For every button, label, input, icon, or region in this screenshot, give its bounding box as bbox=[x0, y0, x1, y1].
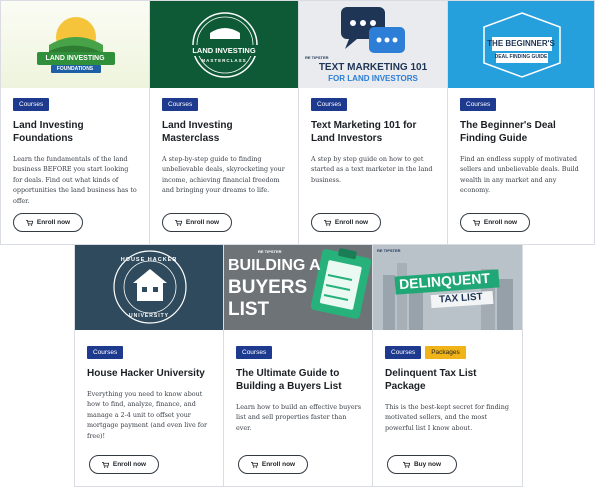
enroll-now-label: Enroll now bbox=[483, 219, 518, 226]
packages-badge: Packages bbox=[425, 346, 466, 359]
course-thumbnail[interactable]: RE TIPSTER BUILDING A BUYERS LIST bbox=[224, 245, 372, 330]
course-title[interactable]: Delinquent Tax List Package bbox=[385, 367, 512, 393]
course-description: A step-by-step guide to finding unbeliev… bbox=[162, 155, 285, 195]
course-grid: LAND INVESTING FOUNDATIONS Courses Land … bbox=[0, 0, 595, 487]
course-thumbnail[interactable]: LAND INVESTING MASTERCLASS bbox=[150, 1, 298, 88]
buy-now-label: Buy now bbox=[413, 461, 442, 468]
cart-icon bbox=[403, 461, 410, 468]
course-description: Find an endless supply of motivated sell… bbox=[460, 155, 579, 195]
land-investing-foundations-logo bbox=[37, 17, 115, 73]
course-description: Learn the fundamentals of the land busin… bbox=[13, 155, 137, 205]
thumb-title: HOUSE HACKER bbox=[120, 257, 178, 263]
course-title[interactable]: The Ultimate Guide to Building a Buyers … bbox=[236, 367, 362, 393]
courses-badge: Courses bbox=[13, 98, 50, 111]
courses-badge: Courses bbox=[311, 98, 348, 111]
course-card-delinquent-tax-list[interactable]: RE TIPSTER DELINQUENT TAX LIST Courses P… bbox=[372, 244, 523, 487]
course-description: A step by step guide on how to get start… bbox=[311, 155, 433, 184]
thumb-subtitle: FOUNDATIONS bbox=[56, 66, 94, 72]
course-card-beginners-deal-finding-guide[interactable]: THE BEGINNER'S DEAL FINDING GUIDE Course… bbox=[447, 0, 595, 245]
buy-now-button[interactable]: Buy now bbox=[387, 455, 457, 474]
course-description: This is the best-kept secret for finding… bbox=[385, 403, 509, 432]
courses-badge: Courses bbox=[87, 346, 124, 359]
course-description: Learn how to build an effective buyers l… bbox=[236, 403, 361, 432]
enroll-now-label: Enroll now bbox=[36, 219, 71, 226]
enroll-now-button[interactable]: Enroll now bbox=[311, 213, 381, 232]
course-title[interactable]: Land Investing Masterclass bbox=[162, 119, 288, 145]
course-title[interactable]: Land Investing Foundations bbox=[13, 119, 139, 145]
course-card-land-investing-foundations[interactable]: LAND INVESTING FOUNDATIONS Courses Land … bbox=[0, 0, 150, 245]
thumb-subtitle: UNIVERSITY bbox=[128, 313, 169, 319]
cart-icon bbox=[101, 461, 109, 468]
thumb-title: BUILDING A bbox=[228, 257, 321, 274]
thumb-title: THE BEGINNER'S bbox=[487, 39, 555, 48]
course-thumbnail[interactable]: LAND INVESTING FOUNDATIONS bbox=[1, 1, 149, 88]
course-title[interactable]: The Beginner's Deal Finding Guide bbox=[460, 119, 584, 145]
thumb-subtitle: DEAL FINDING GUIDE bbox=[494, 54, 548, 60]
thumb-title: LAND INVESTING bbox=[45, 55, 105, 62]
course-card-text-marketing-101[interactable]: RE TIPSTER TEXT MARKETING 101 FOR LAND I… bbox=[298, 0, 448, 245]
course-title[interactable]: Text Marketing 101 for Land Investors bbox=[311, 119, 437, 145]
courses-badge: Courses bbox=[236, 346, 273, 359]
thumb-subtitle: MASTERCLASS bbox=[201, 58, 247, 63]
courses-badge: Courses bbox=[385, 346, 422, 359]
cart-icon bbox=[472, 219, 480, 226]
cart-icon bbox=[174, 219, 182, 226]
cart-icon bbox=[25, 219, 33, 226]
enroll-now-button[interactable]: Enroll now bbox=[238, 455, 308, 474]
course-card-house-hacker-university[interactable]: HOUSE HACKER UNIVERSITY Courses House Ha… bbox=[74, 244, 224, 487]
enroll-now-button[interactable]: Enroll now bbox=[162, 213, 232, 232]
land-investing-masterclass-logo bbox=[188, 12, 262, 78]
course-card-land-investing-masterclass[interactable]: LAND INVESTING MASTERCLASS Courses Land … bbox=[149, 0, 299, 245]
enroll-now-label: Enroll now bbox=[185, 219, 220, 226]
enroll-now-button[interactable]: Enroll now bbox=[460, 213, 530, 232]
course-thumbnail[interactable]: HOUSE HACKER UNIVERSITY bbox=[75, 245, 223, 330]
thumb-title: LAND INVESTING bbox=[192, 46, 256, 55]
course-card-buyers-list[interactable]: RE TIPSTER BUILDING A BUYERS LIST Course… bbox=[223, 244, 373, 487]
re-tipster-brand: RE TIPSTER bbox=[377, 248, 401, 253]
thumb-subtitle: BUYERS LIST bbox=[228, 277, 308, 320]
courses-badge: Courses bbox=[460, 98, 497, 111]
enroll-now-label: Enroll now bbox=[334, 219, 369, 226]
course-thumbnail[interactable]: THE BEGINNER'S DEAL FINDING GUIDE bbox=[448, 1, 594, 88]
course-thumbnail[interactable]: RE TIPSTER DELINQUENT TAX LIST bbox=[373, 245, 522, 330]
course-thumbnail[interactable]: RE TIPSTER TEXT MARKETING 101 FOR LAND I… bbox=[299, 1, 447, 88]
enroll-now-label: Enroll now bbox=[261, 461, 296, 468]
courses-badge: Courses bbox=[162, 98, 199, 111]
course-title[interactable]: House Hacker University bbox=[87, 367, 213, 380]
re-tipster-brand: RE TIPSTER bbox=[305, 55, 329, 60]
enroll-now-button[interactable]: Enroll now bbox=[89, 455, 159, 474]
thumb-subtitle: FOR LAND INVESTORS bbox=[328, 74, 418, 83]
cart-icon bbox=[250, 461, 258, 468]
enroll-now-button[interactable]: Enroll now bbox=[13, 213, 83, 232]
enroll-now-label: Enroll now bbox=[112, 461, 147, 468]
re-tipster-brand: RE TIPSTER bbox=[258, 249, 282, 254]
thumb-title: TEXT MARKETING 101 bbox=[318, 62, 428, 73]
cart-icon bbox=[323, 219, 331, 226]
course-description: Everything you need to know about how to… bbox=[87, 390, 208, 440]
